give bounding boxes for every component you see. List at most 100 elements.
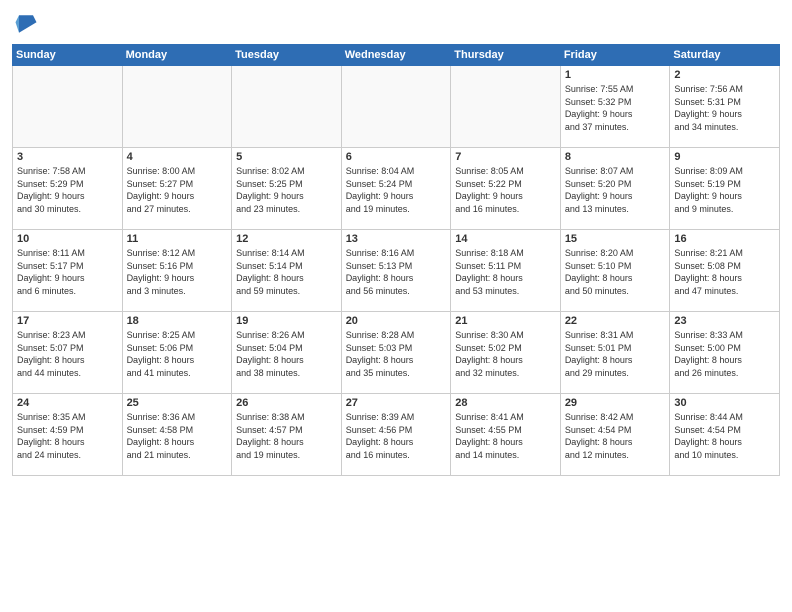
day-info: Sunrise: 8:16 AM Sunset: 5:13 PM Dayligh… [346, 247, 447, 297]
day-number: 7 [455, 151, 556, 163]
calendar-cell: 11 Sunrise: 8:12 AM Sunset: 5:16 PM Dayli… [122, 230, 232, 312]
day-number: 10 [17, 233, 118, 245]
col-header-wednesday: Wednesday [341, 45, 451, 66]
logo [12, 10, 44, 38]
header [12, 10, 780, 38]
day-number: 4 [127, 151, 228, 163]
calendar-cell: 2Sunrise: 7:56 AM Sunset: 5:31 PM Daylig… [670, 66, 780, 148]
day-info: Sunrise: 8:42 AM Sunset: 4:54 PM Dayligh… [565, 411, 666, 461]
day-info: Sunrise: 8:20 AM Sunset: 5:10 PM Dayligh… [565, 247, 666, 297]
day-number: 23 [674, 315, 775, 327]
day-info: Sunrise: 7:58 AM Sunset: 5:29 PM Dayligh… [17, 165, 118, 215]
calendar-cell: 8Sunrise: 8:07 AM Sunset: 5:20 PM Daylig… [560, 148, 670, 230]
day-info: Sunrise: 8:26 AM Sunset: 5:04 PM Dayligh… [236, 329, 337, 379]
day-number: 21 [455, 315, 556, 327]
day-number: 30 [674, 397, 775, 409]
calendar-cell: 1 Sunrise: 7:55 AM Sunset: 5:32 PM Daylig… [560, 66, 670, 148]
day-info: Sunrise: 8:11 AM Sunset: 5:17 PM Dayligh… [17, 247, 118, 297]
day-number: 8 [565, 151, 666, 163]
col-header-monday: Monday [122, 45, 232, 66]
calendar-cell: 9 Sunrise: 8:09 AM Sunset: 5:19 PM Daylig… [670, 148, 780, 230]
week-row-2: 10 Sunrise: 8:11 AM Sunset: 5:17 PM Dayli… [13, 230, 780, 312]
col-header-friday: Friday [560, 45, 670, 66]
calendar-cell: 3 Sunrise: 7:58 AM Sunset: 5:29 PM Daylig… [13, 148, 123, 230]
calendar-cell: 13 Sunrise: 8:16 AM Sunset: 5:13 PM Dayli… [341, 230, 451, 312]
calendar-cell: 5 Sunrise: 8:02 AM Sunset: 5:25 PM Daylig… [232, 148, 342, 230]
calendar-cell: 30 Sunrise: 8:44 AM Sunset: 4:54 PM Dayli… [670, 394, 780, 476]
calendar-cell [13, 66, 123, 148]
day-number: 6 [346, 151, 447, 163]
calendar-cell: 16 Sunrise: 8:21 AM Sunset: 5:08 PM Dayli… [670, 230, 780, 312]
day-info: Sunrise: 8:30 AM Sunset: 5:02 PM Dayligh… [455, 329, 556, 379]
col-header-saturday: Saturday [670, 45, 780, 66]
calendar-cell: 15 Sunrise: 8:20 AM Sunset: 5:10 PM Dayli… [560, 230, 670, 312]
day-info: Sunrise: 8:00 AM Sunset: 5:27 PM Dayligh… [127, 165, 228, 215]
day-number: 15 [565, 233, 666, 245]
calendar-header-row: SundayMondayTuesdayWednesdayThursdayFrid… [13, 45, 780, 66]
day-info: Sunrise: 8:04 AM Sunset: 5:24 PM Dayligh… [346, 165, 447, 215]
calendar-cell: 20 Sunrise: 8:28 AM Sunset: 5:03 PM Dayli… [341, 312, 451, 394]
calendar-cell: 21 Sunrise: 8:30 AM Sunset: 5:02 PM Dayli… [451, 312, 561, 394]
day-info: Sunrise: 8:23 AM Sunset: 5:07 PM Dayligh… [17, 329, 118, 379]
week-row-4: 24 Sunrise: 8:35 AM Sunset: 4:59 PM Dayli… [13, 394, 780, 476]
calendar-cell: 17 Sunrise: 8:23 AM Sunset: 5:07 PM Dayli… [13, 312, 123, 394]
day-number: 14 [455, 233, 556, 245]
col-header-sunday: Sunday [13, 45, 123, 66]
day-number: 24 [17, 397, 118, 409]
day-number: 5 [236, 151, 337, 163]
col-header-tuesday: Tuesday [232, 45, 342, 66]
day-info: Sunrise: 8:14 AM Sunset: 5:14 PM Dayligh… [236, 247, 337, 297]
calendar-cell [341, 66, 451, 148]
calendar-cell: 28Sunrise: 8:41 AM Sunset: 4:55 PM Dayli… [451, 394, 561, 476]
calendar-cell: 22 Sunrise: 8:31 AM Sunset: 5:01 PM Dayli… [560, 312, 670, 394]
day-number: 12 [236, 233, 337, 245]
day-number: 22 [565, 315, 666, 327]
calendar-cell: 23 Sunrise: 8:33 AM Sunset: 5:00 PM Dayli… [670, 312, 780, 394]
calendar: SundayMondayTuesdayWednesdayThursdayFrid… [12, 44, 780, 476]
week-row-3: 17 Sunrise: 8:23 AM Sunset: 5:07 PM Dayli… [13, 312, 780, 394]
calendar-cell: 29Sunrise: 8:42 AM Sunset: 4:54 PM Dayli… [560, 394, 670, 476]
week-row-1: 3 Sunrise: 7:58 AM Sunset: 5:29 PM Daylig… [13, 148, 780, 230]
day-info: Sunrise: 8:36 AM Sunset: 4:58 PM Dayligh… [127, 411, 228, 461]
day-info: Sunrise: 8:21 AM Sunset: 5:08 PM Dayligh… [674, 247, 775, 297]
day-info: Sunrise: 7:55 AM Sunset: 5:32 PM Dayligh… [565, 83, 666, 133]
calendar-cell [122, 66, 232, 148]
day-number: 28 [455, 397, 556, 409]
calendar-cell: 12 Sunrise: 8:14 AM Sunset: 5:14 PM Dayli… [232, 230, 342, 312]
day-number: 25 [127, 397, 228, 409]
calendar-cell: 18 Sunrise: 8:25 AM Sunset: 5:06 PM Dayli… [122, 312, 232, 394]
day-info: Sunrise: 8:25 AM Sunset: 5:06 PM Dayligh… [127, 329, 228, 379]
day-number: 13 [346, 233, 447, 245]
day-info: Sunrise: 8:02 AM Sunset: 5:25 PM Dayligh… [236, 165, 337, 215]
day-number: 27 [346, 397, 447, 409]
day-info: Sunrise: 7:56 AM Sunset: 5:31 PM Dayligh… [674, 83, 775, 133]
day-info: Sunrise: 8:35 AM Sunset: 4:59 PM Dayligh… [17, 411, 118, 461]
day-number: 1 [565, 69, 666, 81]
day-number: 3 [17, 151, 118, 163]
day-info: Sunrise: 8:39 AM Sunset: 4:56 PM Dayligh… [346, 411, 447, 461]
calendar-cell: 26Sunrise: 8:38 AM Sunset: 4:57 PM Dayli… [232, 394, 342, 476]
day-info: Sunrise: 8:38 AM Sunset: 4:57 PM Dayligh… [236, 411, 337, 461]
day-number: 16 [674, 233, 775, 245]
calendar-cell: 14 Sunrise: 8:18 AM Sunset: 5:11 PM Dayli… [451, 230, 561, 312]
day-number: 17 [17, 315, 118, 327]
day-info: Sunrise: 8:33 AM Sunset: 5:00 PM Dayligh… [674, 329, 775, 379]
day-number: 20 [346, 315, 447, 327]
day-number: 9 [674, 151, 775, 163]
col-header-thursday: Thursday [451, 45, 561, 66]
day-info: Sunrise: 8:18 AM Sunset: 5:11 PM Dayligh… [455, 247, 556, 297]
day-info: Sunrise: 8:28 AM Sunset: 5:03 PM Dayligh… [346, 329, 447, 379]
calendar-cell: 25 Sunrise: 8:36 AM Sunset: 4:58 PM Dayli… [122, 394, 232, 476]
day-info: Sunrise: 8:12 AM Sunset: 5:16 PM Dayligh… [127, 247, 228, 297]
day-number: 18 [127, 315, 228, 327]
calendar-cell [451, 66, 561, 148]
logo-icon [12, 10, 40, 38]
calendar-cell: 6 Sunrise: 8:04 AM Sunset: 5:24 PM Daylig… [341, 148, 451, 230]
day-info: Sunrise: 8:44 AM Sunset: 4:54 PM Dayligh… [674, 411, 775, 461]
day-info: Sunrise: 8:09 AM Sunset: 5:19 PM Dayligh… [674, 165, 775, 215]
day-number: 11 [127, 233, 228, 245]
calendar-cell: 10 Sunrise: 8:11 AM Sunset: 5:17 PM Dayli… [13, 230, 123, 312]
day-info: Sunrise: 8:31 AM Sunset: 5:01 PM Dayligh… [565, 329, 666, 379]
day-info: Sunrise: 8:05 AM Sunset: 5:22 PM Dayligh… [455, 165, 556, 215]
week-row-0: 1 Sunrise: 7:55 AM Sunset: 5:32 PM Daylig… [13, 66, 780, 148]
